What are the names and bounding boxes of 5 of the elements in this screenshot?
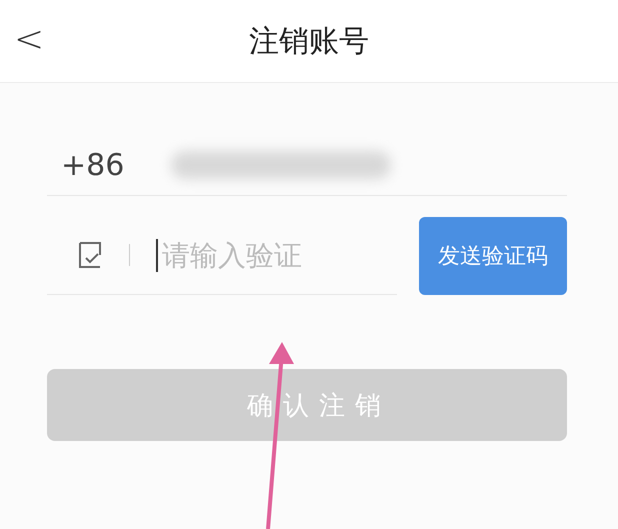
back-button[interactable]: < — [14, 20, 44, 60]
page-title: 注销账号 — [249, 22, 369, 60]
code-icon — [77, 241, 103, 269]
country-code[interactable]: +86 — [47, 148, 171, 182]
verification-code-field[interactable]: 请输入验证 — [156, 238, 362, 272]
